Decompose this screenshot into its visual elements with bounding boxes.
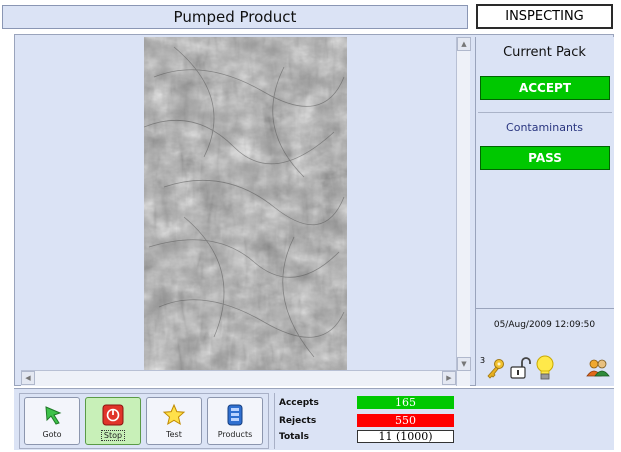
unlock-icon[interactable] [509,356,531,380]
goto-button[interactable]: Goto [24,397,80,445]
contaminants-result-badge: PASS [480,146,610,170]
divider [475,308,614,309]
star-icon [162,403,186,426]
pack-result-text: ACCEPT [518,81,572,95]
test-button[interactable]: Test [146,397,202,445]
status-icon-row: 3 [478,354,612,384]
lightbulb-icon[interactable] [535,354,555,382]
totals-count: 11 (1000) [357,430,454,443]
products-icon [227,404,243,426]
scroll-left-icon[interactable]: ◀ [21,371,35,385]
stop-icon [102,404,124,426]
rejects-label: Rejects [279,416,317,426]
stop-label: Stop [100,430,126,441]
green-arrow-icon [45,406,62,425]
divider [478,112,612,113]
rejects-count: 550 [357,414,454,427]
title-text: Pumped Product [173,8,297,26]
products-button[interactable]: Products [207,397,263,445]
contaminants-result-text: PASS [528,151,562,165]
key-icon[interactable] [485,358,505,380]
goto-label: Goto [42,430,62,439]
products-label: Products [217,430,253,439]
users-icon[interactable] [586,358,610,378]
scroll-up-icon[interactable]: ▲ [457,37,471,51]
contaminants-label: Contaminants [506,121,583,134]
horizontal-scrollbar[interactable]: ◀ ▶ [21,370,456,386]
inspection-status: INSPECTING [476,4,613,29]
accepts-count: 165 [357,396,454,409]
stop-button[interactable]: Stop [85,397,141,445]
current-pack-heading: Current Pack [503,45,586,60]
datetime-display: 05/Aug/2009 12:09:50 [493,320,596,330]
window-title: Pumped Product [2,5,468,29]
xray-product-image [144,37,347,370]
vertical-scrollbar[interactable]: ▲ ▼ [456,37,471,386]
totals-label: Totals [279,432,309,442]
pack-result-badge: ACCEPT [480,76,610,100]
scroll-right-icon[interactable]: ▶ [442,371,456,385]
scroll-down-icon[interactable]: ▼ [457,357,471,371]
test-label: Test [166,430,182,439]
status-text: INSPECTING [505,9,584,24]
accepts-label: Accepts [279,398,319,408]
